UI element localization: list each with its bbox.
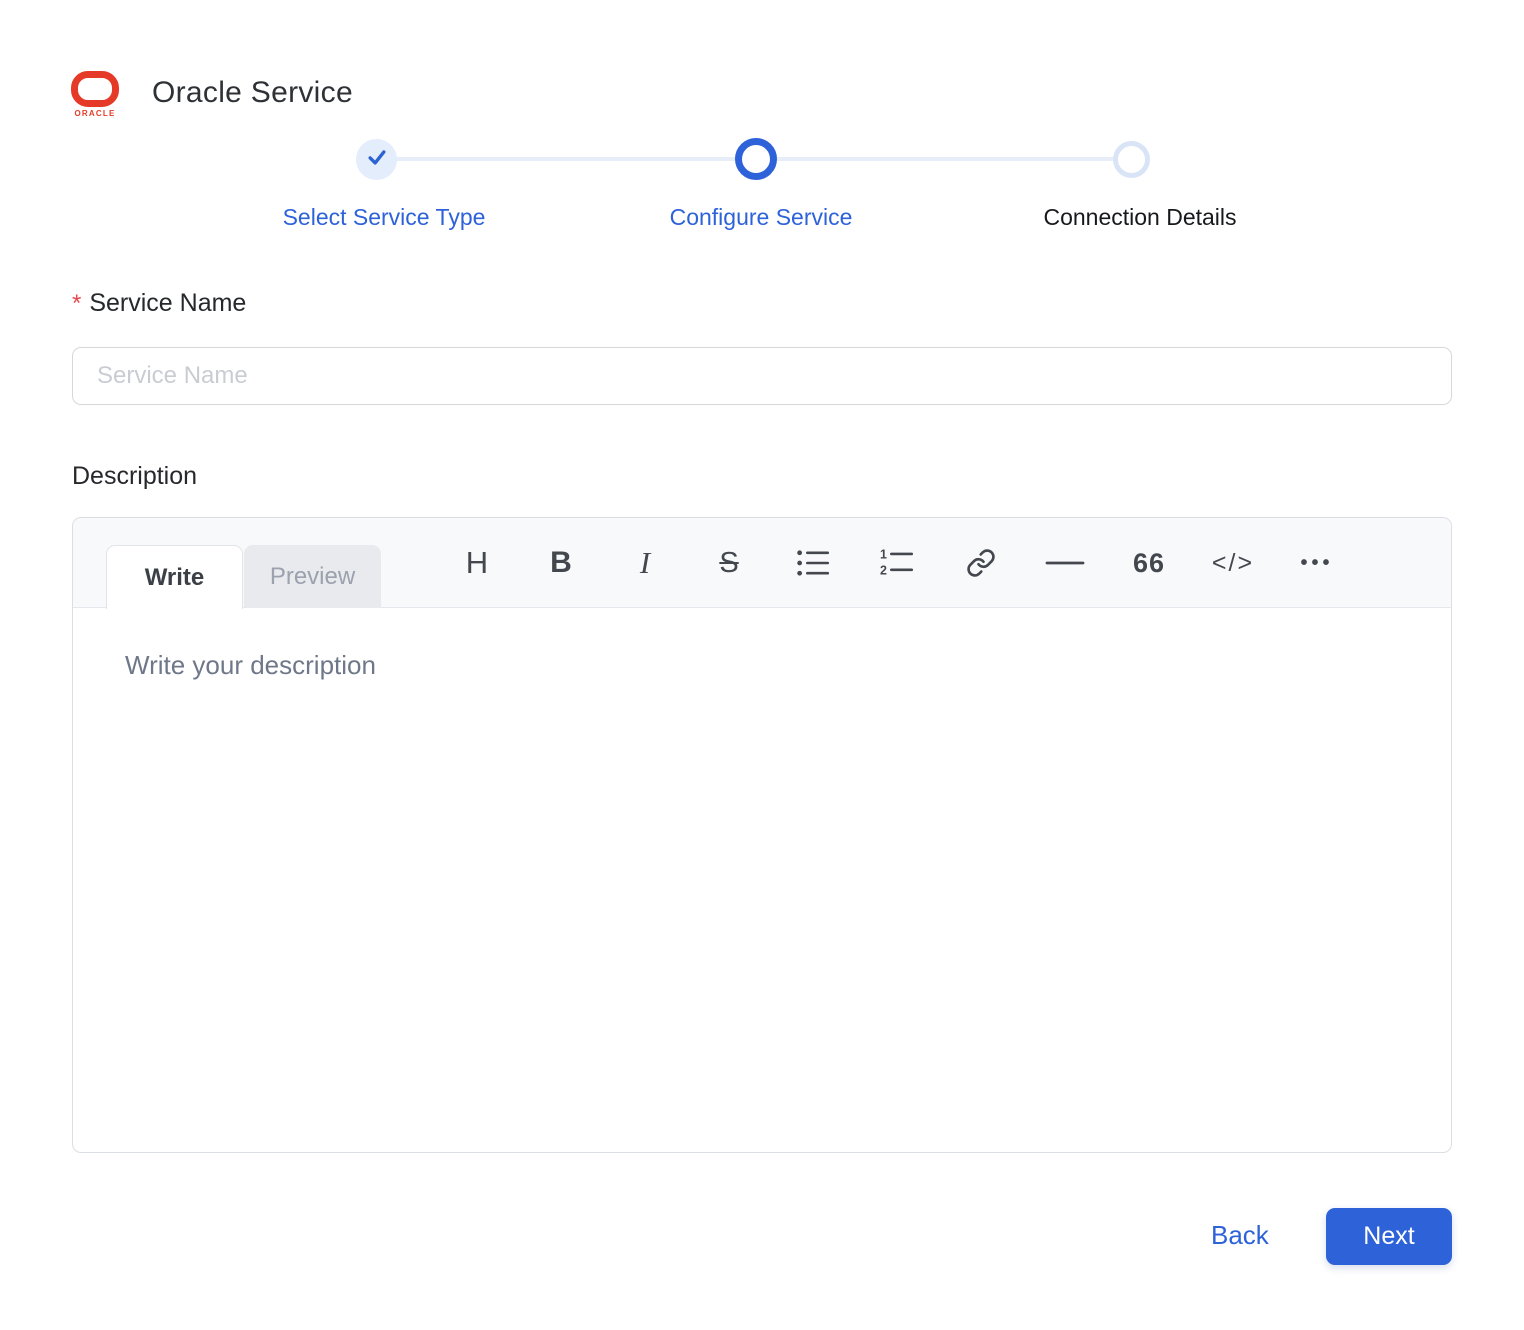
step-select-service-type-indicator[interactable] (356, 139, 397, 180)
editor-body (73, 608, 1451, 1152)
page-title: Oracle Service (152, 76, 353, 109)
svg-text:2: 2 (880, 563, 887, 577)
quote-icon[interactable]: 66 (1107, 518, 1191, 608)
description-textarea[interactable] (73, 608, 1451, 1152)
service-name-label: * Service Name (72, 289, 246, 318)
step-connection-details-indicator[interactable] (1113, 141, 1150, 178)
step-configure-service-indicator[interactable] (735, 138, 777, 180)
link-icon[interactable] (939, 518, 1023, 608)
more-options-icon[interactable]: ••• (1275, 518, 1359, 608)
code-icon[interactable]: </> (1191, 518, 1275, 608)
required-asterisk: * (72, 290, 82, 317)
step-label-select-service-type[interactable]: Select Service Type (283, 204, 486, 231)
unordered-list-icon[interactable] (771, 518, 855, 608)
formatting-toolbar: H B I S 1 2 66 </> ••• (435, 518, 1359, 608)
check-icon (366, 146, 388, 173)
italic-icon[interactable]: I (603, 518, 687, 608)
oracle-logo-wordmark: ORACLE (74, 109, 116, 118)
editor-toolbar-row: Write Preview H B I S 1 2 66 </> ••• (73, 518, 1451, 609)
svg-text:1: 1 (880, 548, 887, 561)
ordered-list-icon[interactable]: 1 2 (855, 518, 939, 608)
description-editor: Write Preview H B I S 1 2 66 </> ••• Wri… (72, 517, 1452, 1153)
service-name-label-text: Service Name (89, 289, 247, 317)
horizontal-rule-icon[interactable] (1023, 518, 1107, 608)
step-label-connection-details: Connection Details (1043, 204, 1237, 230)
strikethrough-icon[interactable]: S (687, 518, 771, 608)
back-button[interactable]: Back (1211, 1220, 1269, 1251)
oracle-logo: ORACLE (70, 71, 120, 118)
service-name-input[interactable] (72, 347, 1452, 405)
oracle-logo-ring-icon (71, 71, 119, 107)
tab-preview[interactable]: Preview (244, 545, 381, 608)
step-label-configure-service[interactable]: Configure Service (670, 204, 853, 231)
next-button[interactable]: Next (1326, 1208, 1452, 1265)
bold-icon[interactable]: B (519, 518, 603, 608)
oracle-service-wizard: ORACLE Oracle Service Select Service Typ… (0, 0, 1524, 1330)
heading-icon[interactable]: H (435, 518, 519, 608)
tab-write[interactable]: Write (106, 545, 243, 609)
description-label: Description (72, 462, 198, 490)
